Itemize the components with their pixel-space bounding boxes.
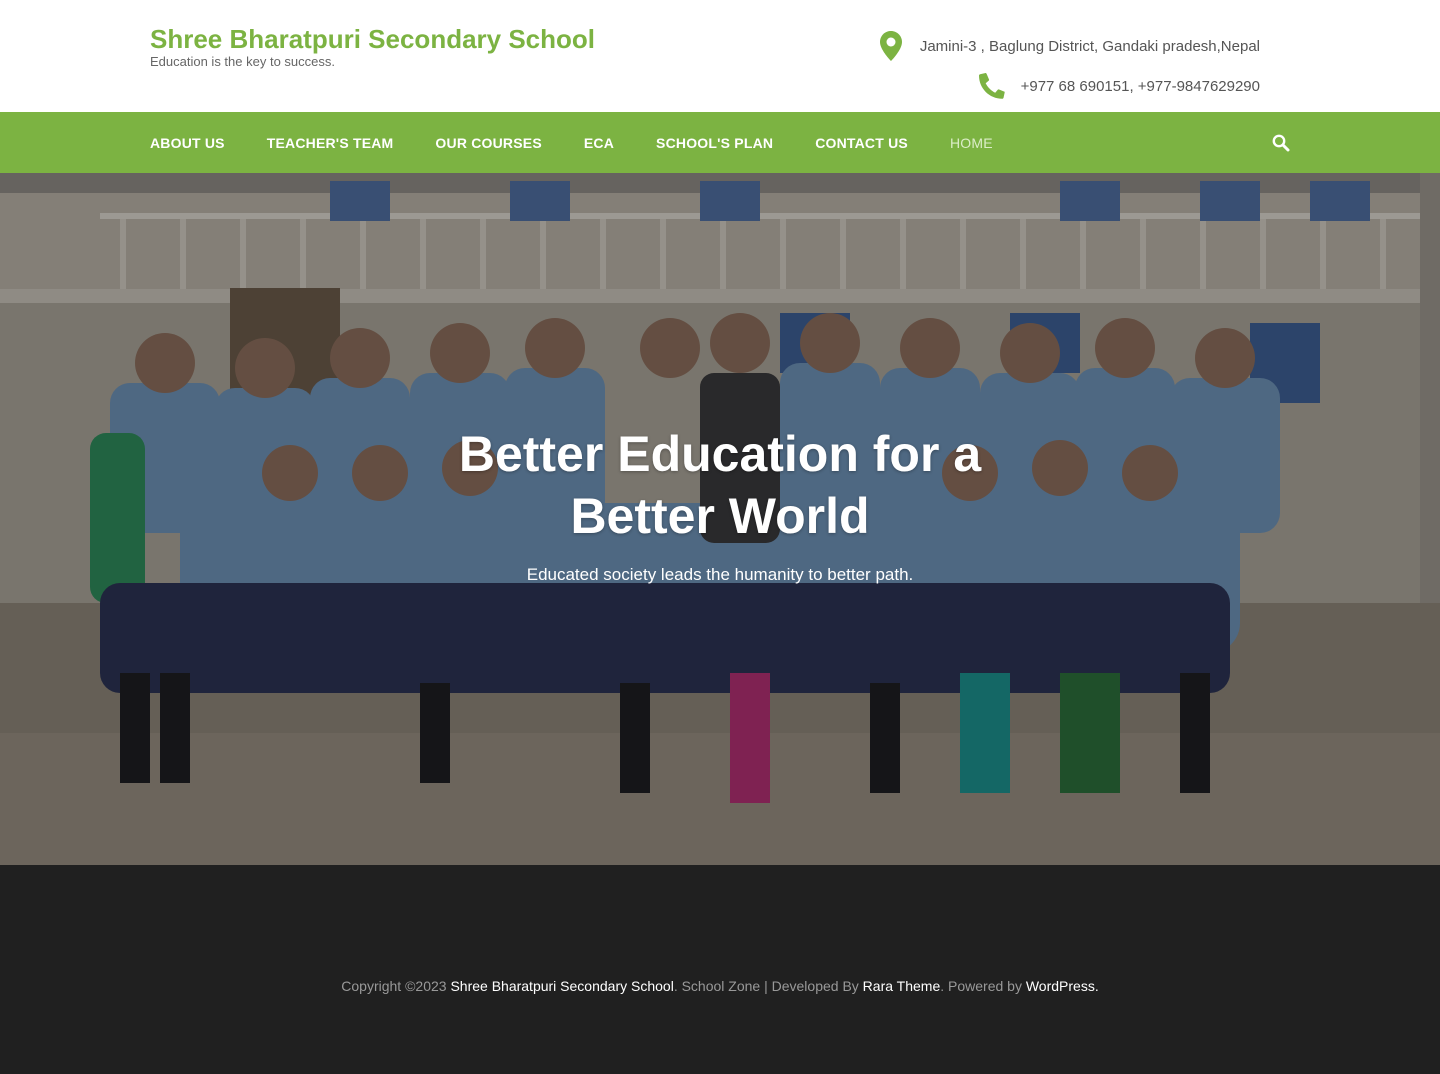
address-text: Jamini-3 , Baglung District, Gandaki pra… <box>919 37 1260 55</box>
main-navigation: ABOUT US TEACHER'S TEAM OUR COURSES ECA … <box>0 112 1440 173</box>
footer-end-text: . <box>1094 978 1099 994</box>
hero-banner: Better Education for a Better World Educ… <box>0 173 1440 865</box>
nav-item-home[interactable]: HOME <box>950 135 993 151</box>
header-address: Jamini-3 , Baglung District, Gandaki pra… <box>878 30 1260 62</box>
nav-item-contact-us[interactable]: CONTACT US <box>815 135 908 151</box>
footer-copyright: Copyright ©2023 Shree Bharatpuri Seconda… <box>0 978 1440 994</box>
phone-text: +977 68 690151, +977-9847629290 <box>1020 77 1260 95</box>
search-icon[interactable] <box>1272 134 1290 152</box>
nav-item-schools-plan[interactable]: SCHOOL'S PLAN <box>656 135 773 151</box>
nav-menu: ABOUT US TEACHER'S TEAM OUR COURSES ECA … <box>150 112 1035 173</box>
site-footer: Copyright ©2023 Shree Bharatpuri Seconda… <box>0 865 1440 1074</box>
footer-wordpress-link[interactable]: WordPress <box>1026 978 1095 994</box>
nav-item-eca[interactable]: ECA <box>584 135 614 151</box>
phone-icon <box>978 70 1005 102</box>
site-tagline: Education is the key to success. <box>150 54 335 69</box>
site-header: Shree Bharatpuri Secondary School Educat… <box>0 0 1440 112</box>
nav-item-our-courses[interactable]: OUR COURSES <box>435 135 541 151</box>
copyright-prefix: Copyright ©2023 <box>341 978 447 994</box>
footer-site-link[interactable]: Shree Bharatpuri Secondary School <box>450 978 673 994</box>
footer-powered-text: . Powered by <box>940 978 1022 994</box>
site-title[interactable]: Shree Bharatpuri Secondary School <box>150 24 595 55</box>
footer-middle-text: . School Zone | Developed By <box>673 978 859 994</box>
hero-subtitle: Educated society leads the humanity to b… <box>526 565 914 584</box>
footer-theme-link[interactable]: Rara Theme <box>863 978 941 994</box>
nav-item-teachers-team[interactable]: TEACHER'S TEAM <box>267 135 394 151</box>
hero-title: Better Education for a Better World <box>458 426 982 544</box>
map-marker-icon <box>878 30 904 62</box>
header-phone: +977 68 690151, +977-9847629290 <box>978 70 1260 102</box>
nav-item-about-us[interactable]: ABOUT US <box>150 135 225 151</box>
